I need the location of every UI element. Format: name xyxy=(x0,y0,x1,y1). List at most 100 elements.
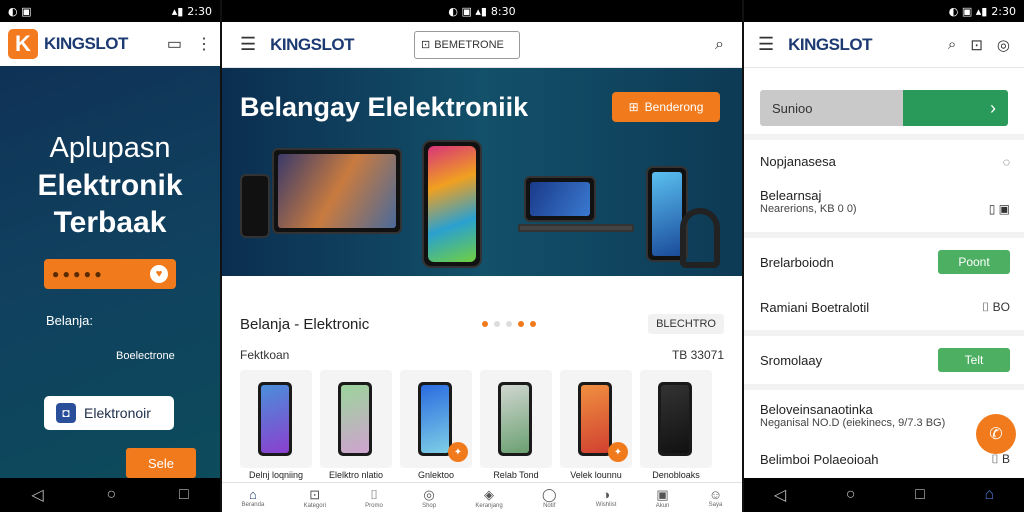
menu-row[interactable]: Belimboi Polaeoioah ⌷ B xyxy=(760,452,1010,467)
cart-icon[interactable]: ⊡ xyxy=(970,36,983,54)
menu-row-label: Beloveinsanaotinka xyxy=(760,402,873,417)
recents-icon[interactable]: □ xyxy=(179,486,189,504)
bottom-nav-item[interactable]: ⌷ Promo xyxy=(365,487,383,509)
sale-button[interactable]: Sele xyxy=(126,448,196,478)
phone-screen-home: ◐ ▣ ▴▮ 8:30 ☰ KINGSLOT ⊡ BEMETRONE ⌕ Bela… xyxy=(222,0,742,512)
phone-screen-splash: ◐ ▣ ▴▮ 2:30 K KINGSLOT ▭ ⋮ Aplupasn Elekt… xyxy=(0,0,220,512)
status-bar: ◐ ▣ ▴▮ 2:30 xyxy=(744,0,1024,22)
signal-icon: ◐ ▣ ▴▮ xyxy=(948,4,988,18)
chat-icon[interactable]: ▭ xyxy=(167,34,182,54)
kingslot-logo-icon: K xyxy=(8,29,38,59)
bottom-nav-item[interactable]: ⊡ Kategori xyxy=(304,487,326,509)
product-card[interactable] xyxy=(480,370,552,468)
nav-icon: ⌂ xyxy=(249,487,257,502)
bottom-nav-item[interactable]: ◎ Shop xyxy=(422,487,436,509)
menu-row[interactable]: Beloveinsanaotinka Neganisal NO.D (eieki… xyxy=(760,402,1010,429)
status-left-icons: ◐ ▣ xyxy=(8,4,32,18)
menu-row-label: Belimboi Polaeoioah xyxy=(760,452,879,467)
bottom-nav-item[interactable]: ▣ Akun xyxy=(656,487,670,509)
status-time: 2:30 xyxy=(991,4,1016,18)
menu-row[interactable]: Sromolaay Telt xyxy=(760,348,1010,372)
nav-label: Promo xyxy=(365,502,383,509)
promo-banner[interactable]: Belangay Elelektroniik ⊞ Benderong xyxy=(222,68,742,276)
divider xyxy=(744,134,1024,140)
menu-row-label: Nopjanasesa xyxy=(760,154,836,169)
hero-heading: Aplupasn Elektronik Terbaak xyxy=(0,130,220,241)
menu-row-icons: ▯ ▣ xyxy=(988,202,1010,216)
cart-icon: ⊞ xyxy=(628,100,639,114)
nav-label: Keranjang xyxy=(475,502,503,509)
search-icon[interactable]: ⌕ xyxy=(948,36,956,54)
home-icon[interactable]: ○ xyxy=(106,486,116,504)
bottom-nav-item[interactable]: ◈ Keranjang xyxy=(475,487,502,509)
search-input-text: BEMETRONE xyxy=(434,38,504,51)
product-card[interactable]: ✦ xyxy=(560,370,632,468)
nav-icon: ◈ xyxy=(484,486,495,502)
nav-label: Beranda xyxy=(241,502,265,508)
product-card[interactable] xyxy=(640,370,712,468)
menu-row-subtitle: Neganisal NO.D (eiekinecs, 9/7.3 BG) xyxy=(760,417,946,429)
monitor-image xyxy=(272,148,402,234)
bottom-nav-item[interactable]: ◯ Notif xyxy=(542,487,557,509)
back-icon[interactable]: ◁ xyxy=(31,485,43,505)
search-input[interactable]: ⊡ BEMETRONE xyxy=(413,30,520,59)
product-card[interactable] xyxy=(320,370,392,468)
menu-row[interactable]: Brelarboiodn Poont xyxy=(760,250,1010,274)
search-icon[interactable]: ⌕ xyxy=(715,36,724,54)
system-nav-bar: ◁ ○ □ ⌂ xyxy=(744,478,1024,512)
product-label: Denobloaks xyxy=(652,470,700,480)
bottom-navigation: ⌂ Beranda ⊡ Kategori ⌷ Promo ◎ Shop ◈ Keranjang ◯ N… xyxy=(222,482,742,512)
laptop-base-image xyxy=(518,224,634,232)
signal-icon: ◐ ▣ ▴▮ xyxy=(448,4,487,18)
product-card[interactable]: ✦ xyxy=(400,370,472,468)
nav-icon: ◑ xyxy=(602,487,611,502)
app-header: ☰ KINGSLOT ⊡ BEMETRONE ⌕ xyxy=(222,22,742,68)
section-badge-button[interactable]: BLECHTRO xyxy=(648,314,724,334)
bottom-nav-item[interactable]: ⌂ Beranda xyxy=(242,487,265,508)
banner-cta-button[interactable]: ⊞ Benderong xyxy=(612,92,720,122)
recents-icon[interactable]: □ xyxy=(915,486,925,504)
nav-label: Wishlist xyxy=(595,502,617,508)
phone-image xyxy=(422,140,482,268)
menu-icon[interactable]: ☰ xyxy=(240,34,256,55)
menu-row[interactable]: Nopjanasesa ◌ xyxy=(760,154,1010,169)
menu-icon[interactable]: ☰ xyxy=(758,34,774,55)
tell-button[interactable]: Telt xyxy=(938,348,1010,372)
product-label: Velek lounnu xyxy=(570,470,622,480)
elektronik-button[interactable]: ◘ Elektronoir xyxy=(44,396,174,430)
menu-row-icons: ⌷ BO xyxy=(982,300,1010,314)
promo-pill-text: ● ● ● ● ● xyxy=(52,267,102,281)
nav-label: Saya xyxy=(708,502,723,508)
product-image xyxy=(258,382,292,456)
promo-pill-button[interactable]: ● ● ● ● ● ♥ xyxy=(44,259,176,289)
menu-row[interactable]: Belearnsaj Nearerions, KB 0 0) ▯ ▣ xyxy=(760,188,1010,216)
more-menu-icon[interactable]: ⋮ xyxy=(196,34,212,54)
subheader-right: TB 33071 xyxy=(671,348,724,362)
elektronik-button-label: Elektronoir xyxy=(84,405,151,421)
nav-label: Kategori xyxy=(303,502,326,509)
divider xyxy=(744,330,1024,336)
search-bar[interactable]: Sunioo › xyxy=(760,90,1008,126)
bottom-nav-item[interactable]: ◑ Wishlist xyxy=(596,487,617,508)
menu-row-subtitle: Nearerions, KB 0 0) xyxy=(760,203,857,215)
menu-row[interactable]: Ramiani Boetralotil ⌷ BO xyxy=(760,300,1010,315)
point-button[interactable]: Poont xyxy=(938,250,1010,274)
product-card[interactable] xyxy=(240,370,312,468)
bottom-nav-item[interactable]: ☺ Saya xyxy=(709,487,723,508)
carousel-dots[interactable] xyxy=(481,321,536,327)
nav-icon: ☺ xyxy=(708,487,723,502)
notification-icon[interactable]: ◎ xyxy=(997,36,1010,54)
floating-action-button[interactable]: ✆ xyxy=(976,414,1016,454)
label-boelectrone: Boelectrone xyxy=(116,350,175,362)
heart-icon: ♥ xyxy=(150,265,168,283)
store-icon[interactable]: ⌂ xyxy=(984,486,994,504)
status-time: 2:30 xyxy=(187,4,212,18)
back-icon[interactable]: ◁ xyxy=(774,485,786,505)
hot-deal-icon: ✦ xyxy=(448,442,468,462)
chevron-right-icon[interactable]: › xyxy=(902,90,1008,126)
menu-row-label: Ramiani Boetralotil xyxy=(760,300,870,315)
section-title: Belanja - Elektronic xyxy=(240,315,370,333)
subheader-row: Fektkoan TB 33071 xyxy=(222,348,742,362)
app-logo-text: KINGSLOT xyxy=(788,34,872,54)
home-icon[interactable]: ○ xyxy=(846,486,856,504)
